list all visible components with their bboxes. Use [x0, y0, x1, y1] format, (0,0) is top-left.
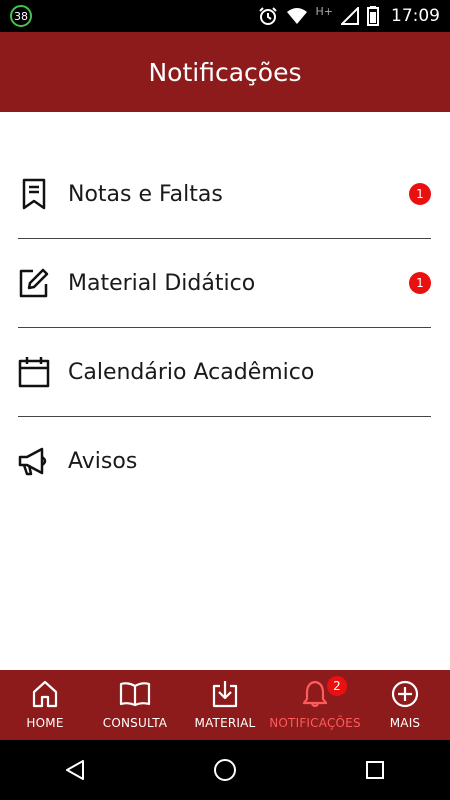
book-icon — [119, 679, 151, 709]
menu-item-notas-e-faltas[interactable]: Notas e Faltas 1 — [18, 150, 431, 239]
menu-item-label: Avisos — [68, 449, 138, 474]
nav-item-consulta[interactable]: CONSULTA — [90, 670, 180, 740]
plus-circle-icon — [391, 679, 419, 709]
nav-label: NOTIFICAÇÕES — [269, 716, 361, 730]
bottom-nav: HOME CONSULTA MATERIAL 2 NOTIFICAÇÕES MA… — [0, 670, 450, 740]
page-title: Notificações — [148, 57, 302, 87]
alarm-icon — [258, 6, 278, 26]
nav-label: CONSULTA — [102, 716, 168, 730]
nav-item-notificacoes[interactable]: 2 NOTIFICAÇÕES — [269, 670, 361, 740]
network-type: H+ — [315, 4, 334, 18]
battery-icon — [367, 6, 379, 26]
wifi-icon — [286, 7, 308, 25]
signal-icon — [341, 7, 359, 25]
menu-item-material-didatico[interactable]: Material Didático 1 — [18, 239, 431, 328]
system-nav-bar — [0, 740, 450, 800]
status-bar: 38 H+ 17:09 — [0, 0, 450, 32]
nav-label: MATERIAL — [194, 716, 256, 730]
menu-item-label: Calendário Acadêmico — [68, 359, 315, 385]
bell-icon — [302, 679, 328, 709]
unread-badge: 1 — [409, 272, 431, 294]
download-icon — [211, 679, 239, 709]
megaphone-icon — [18, 446, 50, 478]
nav-item-material[interactable]: MATERIAL — [180, 670, 270, 740]
edit-icon — [18, 267, 50, 299]
nav-label: MAIS — [389, 716, 421, 730]
menu-item-label: Material Didático — [68, 270, 256, 296]
menu-item-calendario-academico[interactable]: Calendário Acadêmico — [18, 328, 431, 417]
menu-item-label: Notas e Faltas — [68, 181, 223, 207]
nav-label: HOME — [26, 716, 64, 730]
home-icon — [32, 679, 58, 709]
notification-count: 38 — [14, 9, 28, 23]
nav-badge: 2 — [327, 676, 347, 696]
bookmark-icon — [18, 178, 50, 210]
unread-badge: 1 — [409, 183, 431, 205]
back-icon[interactable] — [45, 740, 105, 800]
clock: 17:09 — [391, 6, 440, 26]
home-circle-icon[interactable] — [195, 740, 255, 800]
nav-item-mais[interactable]: MAIS — [360, 670, 450, 740]
menu-item-avisos[interactable]: Avisos — [18, 417, 431, 506]
notification-count-icon: 38 — [10, 5, 32, 27]
calendar-icon — [18, 356, 50, 388]
notification-menu: Notas e Faltas 1 Material Didático 1 Cal… — [18, 150, 431, 506]
app-header: Notificações — [0, 32, 450, 112]
recents-icon[interactable] — [345, 740, 405, 800]
nav-item-home[interactable]: HOME — [0, 670, 90, 740]
